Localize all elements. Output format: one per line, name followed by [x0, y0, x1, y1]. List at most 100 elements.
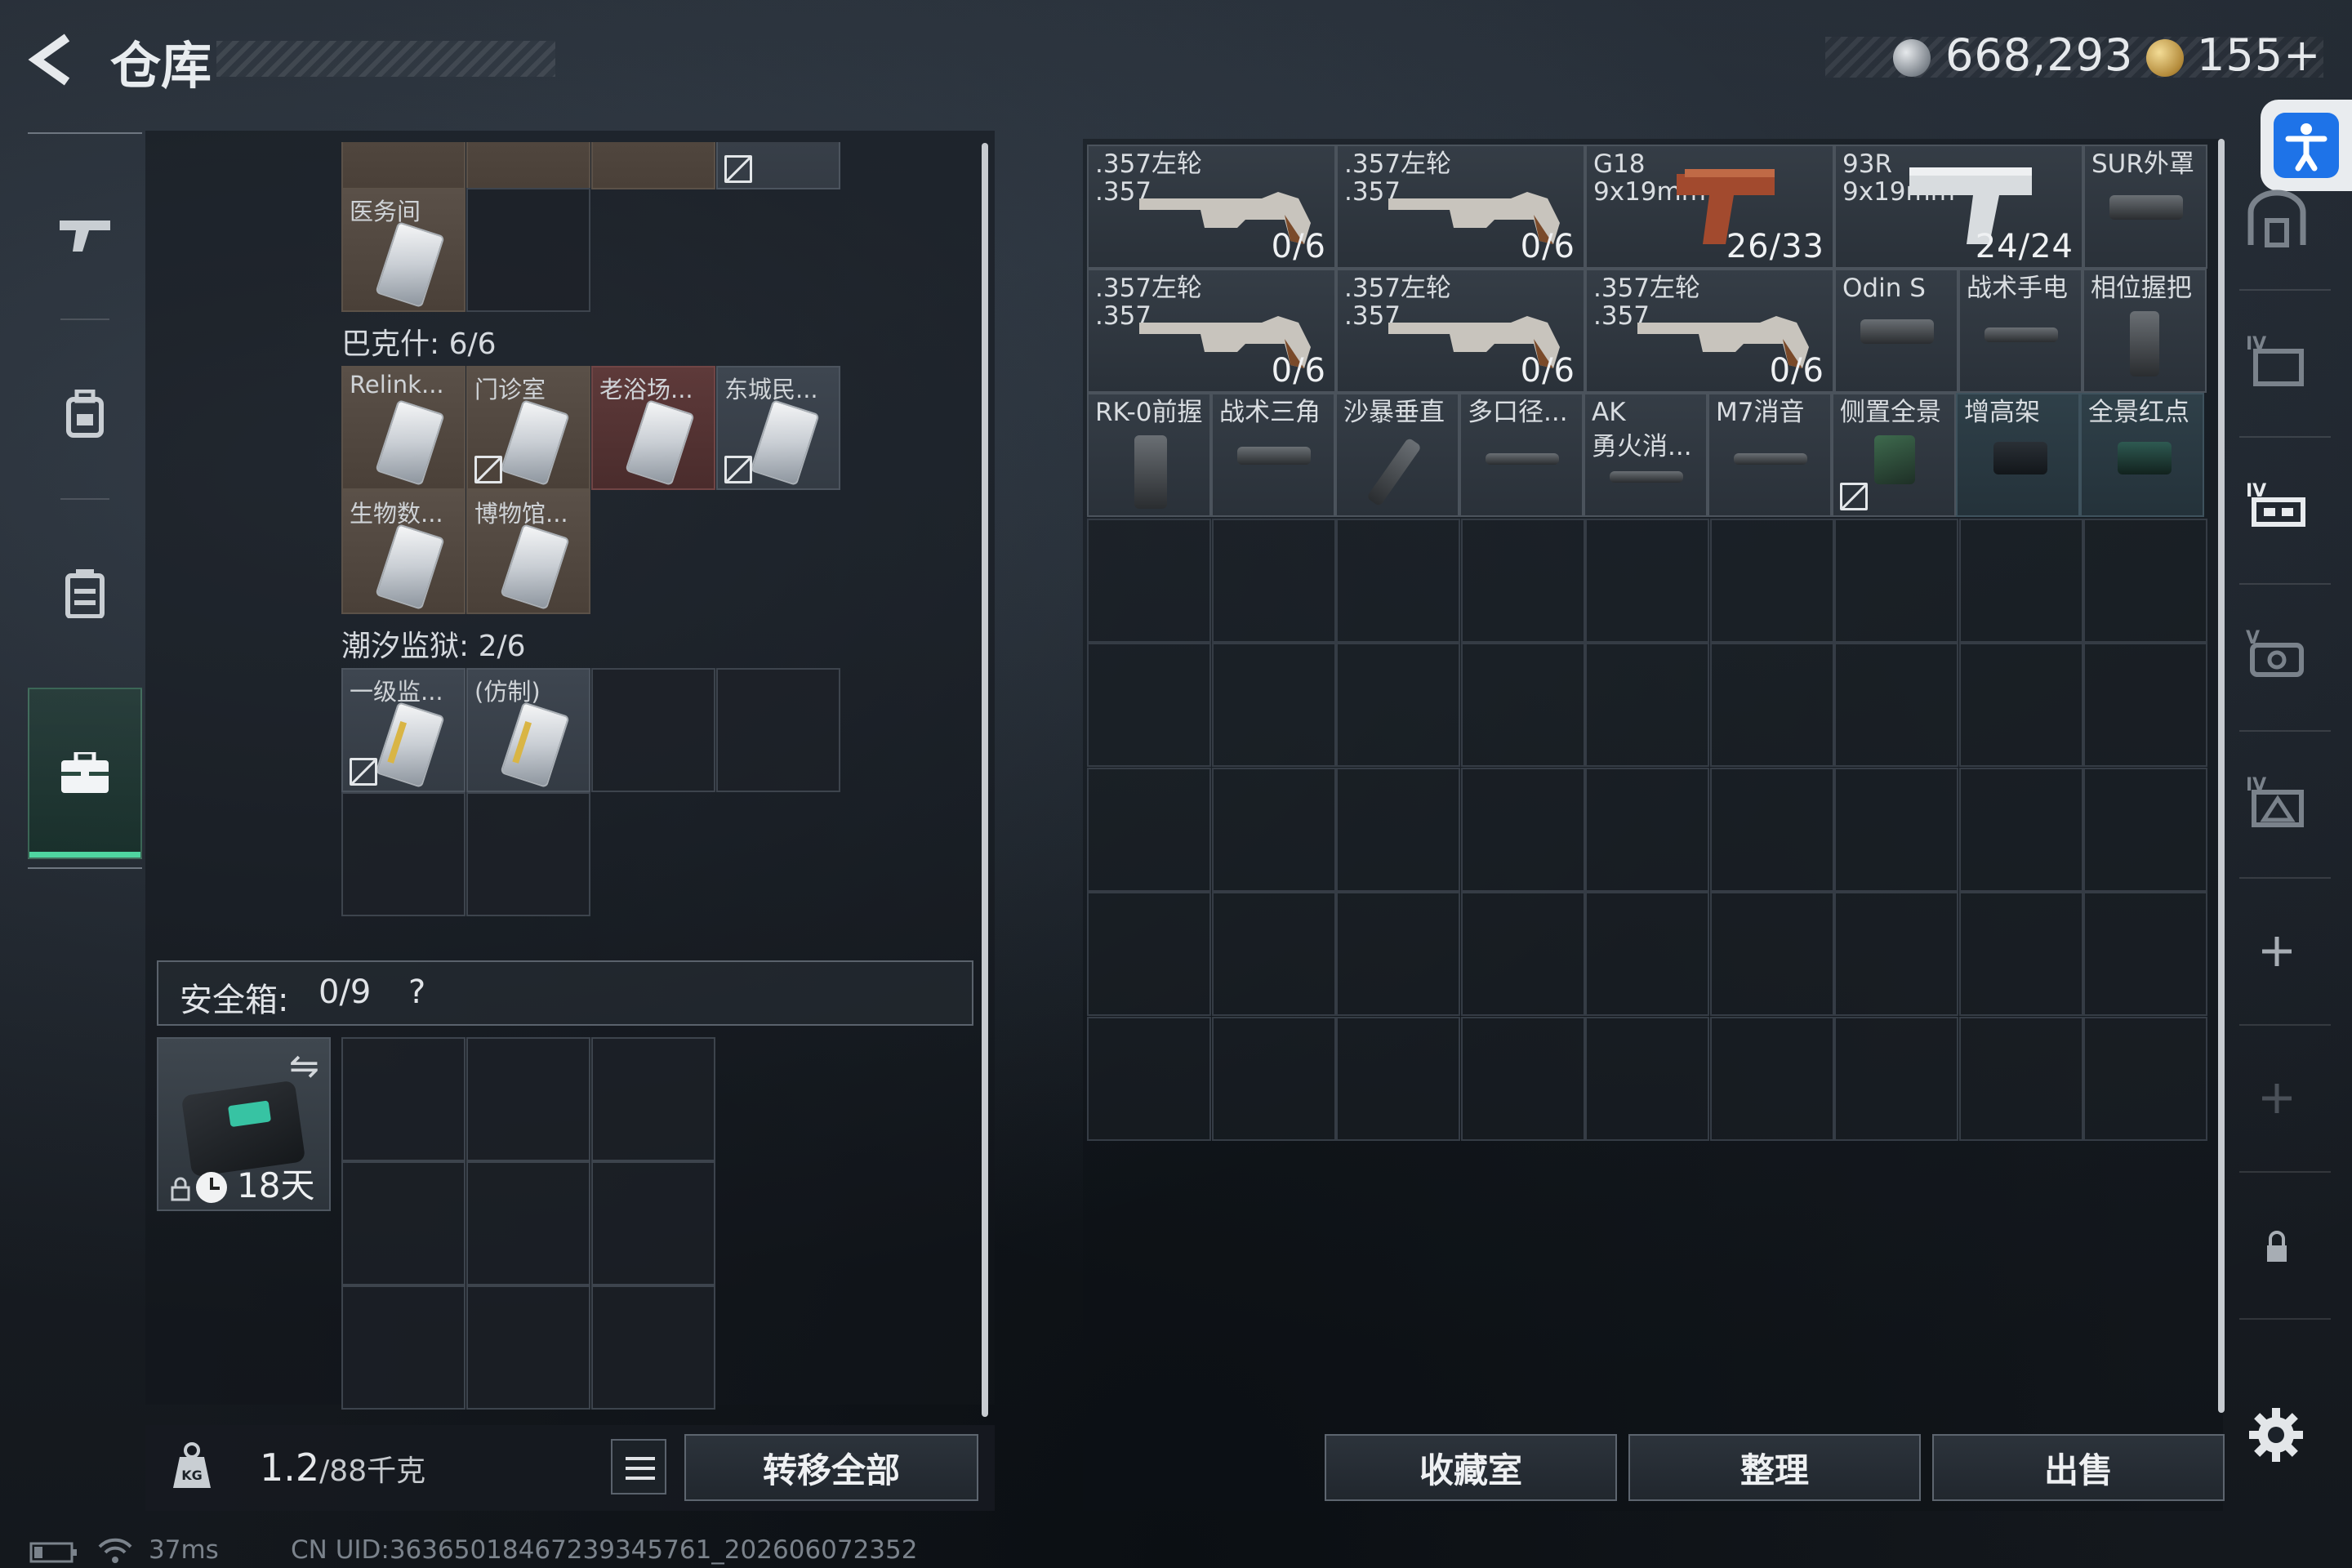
stash-item[interactable]: 沙暴垂直 [1335, 393, 1459, 517]
stash-item[interactable]: 侧置全景 [1832, 393, 1956, 517]
safebox-slot[interactable] [341, 1161, 466, 1285]
stash-empty-slot[interactable] [1460, 1016, 1585, 1141]
stash-item[interactable]: 相位握把 [2082, 269, 2207, 393]
stash-item[interactable]: .357左轮 .357 0/6 [1336, 269, 1585, 393]
stash-empty-slot[interactable] [1087, 518, 1211, 643]
keycard-slot[interactable]: 门诊室 [466, 366, 590, 490]
stash-empty-slot[interactable] [1709, 643, 1834, 767]
stash-empty-slot[interactable] [1709, 1016, 1834, 1141]
stash-empty-slot[interactable] [1585, 643, 1709, 767]
settings-gear-icon[interactable] [2247, 1406, 2305, 1463]
safebox-slot[interactable] [591, 1037, 715, 1161]
stash-empty-slot[interactable] [1585, 518, 1709, 643]
accessibility-button[interactable] [2261, 100, 2352, 191]
stash-item[interactable]: .357左轮 .357 0/6 [1087, 269, 1336, 393]
safebox-slot[interactable] [341, 1285, 466, 1410]
transfer-all-button[interactable]: 转移全部 [684, 1434, 978, 1501]
v-armor-icon[interactable]: V [2244, 621, 2310, 686]
stash-empty-slot[interactable] [1460, 892, 1585, 1016]
stash-empty-slot[interactable] [1834, 643, 1958, 767]
stash-item[interactable]: 全景红点 [2080, 393, 2204, 517]
iv-case-icon[interactable]: IV [2244, 327, 2310, 392]
stash-empty-slot[interactable] [1336, 1016, 1460, 1141]
stash-empty-slot[interactable] [1585, 1016, 1709, 1141]
stash-item[interactable]: 战术手电 [1958, 269, 2082, 393]
stash-empty-slot[interactable] [1087, 1016, 1211, 1141]
keycard-slot[interactable]: 医务间 [341, 188, 466, 312]
empty-slot[interactable] [466, 792, 590, 916]
stash-empty-slot[interactable] [1460, 767, 1585, 892]
stash-item[interactable]: 战术三角 [1211, 393, 1335, 517]
keycard-slot[interactable]: 生物数... [341, 490, 466, 614]
keycard-slot[interactable]: 东城民... [716, 366, 840, 490]
stash-empty-slot[interactable] [1834, 1016, 1958, 1141]
safebox-slot[interactable] [466, 1037, 590, 1161]
safebox-slot[interactable] [466, 1285, 590, 1410]
nav-secure-case[interactable] [28, 688, 142, 859]
stash-empty-slot[interactable] [1834, 518, 1958, 643]
stash-empty-slot[interactable] [1585, 892, 1709, 1016]
stash-empty-slot[interactable] [1336, 643, 1460, 767]
stash-empty-slot[interactable] [1958, 767, 2083, 892]
stash-item[interactable]: .357左轮 .357 0/6 [1336, 145, 1585, 269]
stash-empty-slot[interactable] [1585, 767, 1709, 892]
stash-item[interactable]: AK 勇火消... [1584, 393, 1708, 517]
empty-slot[interactable] [466, 188, 590, 312]
stash-empty-slot[interactable] [1211, 643, 1336, 767]
empty-slot[interactable] [591, 668, 715, 792]
stash-empty-slot[interactable] [1336, 892, 1460, 1016]
keycard-slot[interactable]: (仿制) [466, 668, 590, 792]
stash-empty-slot[interactable] [2083, 643, 2207, 767]
keycard-slot[interactable]: 博物馆... [466, 490, 590, 614]
stash-item[interactable]: G18 9x19mm 26/33 [1585, 145, 1834, 269]
safebox-slot[interactable] [591, 1285, 715, 1410]
safebox-slot[interactable] [591, 1161, 715, 1285]
stash-item[interactable]: Odin S [1834, 269, 1958, 393]
collection-room-button[interactable]: 收藏室 [1325, 1434, 1617, 1501]
stash-empty-slot[interactable] [1211, 892, 1336, 1016]
stash-empty-slot[interactable] [2083, 892, 2207, 1016]
stash-empty-slot[interactable] [2083, 767, 2207, 892]
back-arrow-icon[interactable] [24, 31, 82, 88]
nav-chest-rig[interactable] [28, 508, 142, 679]
stash-item[interactable]: SUR外罩 [2083, 145, 2207, 269]
stash-empty-slot[interactable] [1211, 1016, 1336, 1141]
stash-empty-slot[interactable] [1709, 518, 1834, 643]
stash-empty-slot[interactable] [1211, 518, 1336, 643]
shelter-icon[interactable] [2244, 188, 2310, 253]
list-view-button[interactable] [611, 1439, 666, 1494]
safebox-slot[interactable] [466, 1161, 590, 1285]
empty-slot[interactable] [341, 792, 466, 916]
stash-empty-slot[interactable] [1958, 1016, 2083, 1141]
stash-item[interactable]: RK-0前握 [1087, 393, 1211, 517]
safebox-slot[interactable] [341, 1037, 466, 1161]
sell-button[interactable]: 出售 [1932, 1434, 2225, 1501]
stash-empty-slot[interactable] [1336, 767, 1460, 892]
keycard-slot[interactable]: 一级监... [341, 668, 466, 792]
stash-empty-slot[interactable] [1834, 767, 1958, 892]
swap-icon[interactable]: ⇋ [289, 1045, 319, 1087]
keycard-slot[interactable]: Relink... [341, 366, 466, 490]
gold-currency-value[interactable]: 155+ [2197, 29, 2321, 81]
stash-empty-slot[interactable] [1709, 767, 1834, 892]
stash-item[interactable]: .357左轮 .357 0/6 [1087, 145, 1336, 269]
iv-tent-icon[interactable]: IV [2244, 768, 2310, 833]
stash-empty-slot[interactable] [2083, 518, 2207, 643]
nav-backpack[interactable] [28, 328, 142, 500]
iv-rig-icon[interactable]: IV [2244, 474, 2310, 539]
stash-empty-slot[interactable] [2083, 1016, 2207, 1141]
stash-empty-slot[interactable] [1958, 518, 2083, 643]
stash-empty-slot[interactable] [1087, 643, 1211, 767]
right-scrollbar[interactable] [2218, 139, 2225, 1413]
stash-empty-slot[interactable] [1958, 892, 2083, 1016]
stash-empty-slot[interactable] [1709, 892, 1834, 1016]
stash-empty-slot[interactable] [1460, 518, 1585, 643]
stash-empty-slot[interactable] [1834, 892, 1958, 1016]
add-icon[interactable] [2244, 919, 2310, 984]
stash-empty-slot[interactable] [1087, 767, 1211, 892]
stash-item[interactable]: M7消音 [1708, 393, 1832, 517]
stash-empty-slot[interactable] [1958, 643, 2083, 767]
nav-weapon[interactable] [28, 149, 142, 320]
left-scrollbar[interactable] [982, 143, 988, 1417]
stash-empty-slot[interactable] [1211, 767, 1336, 892]
